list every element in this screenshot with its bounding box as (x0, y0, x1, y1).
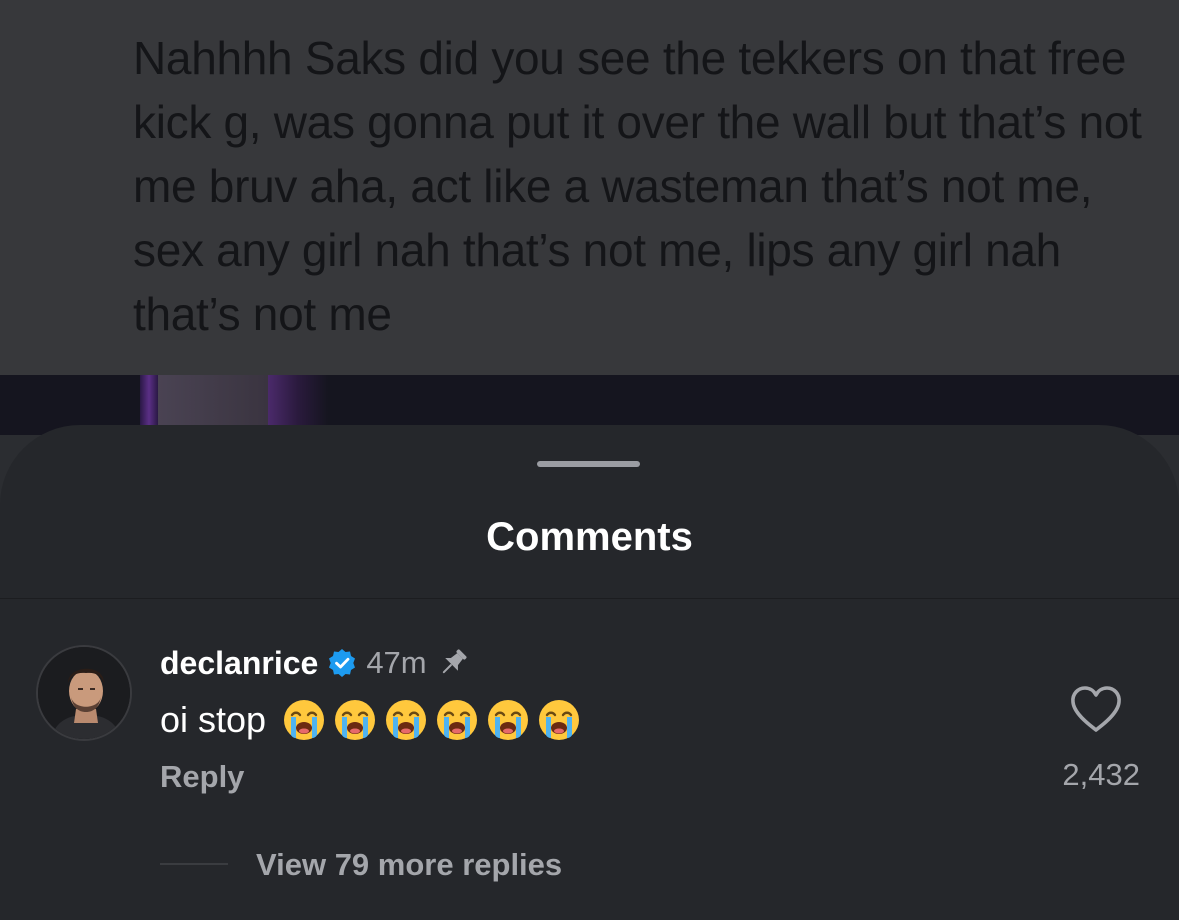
reply-button[interactable]: Reply (160, 759, 244, 795)
post-background: Nahhhh Saks did you see the tekkers on t… (0, 0, 1179, 375)
sheet-title: Comments (486, 515, 693, 559)
comment-body: oi stop (160, 695, 588, 745)
emoji-group (282, 698, 588, 742)
comments-sheet: Comments declanrice 47m oi stop Reply 2,… (0, 425, 1179, 920)
comment-text: oi stop (160, 699, 267, 740)
screen: Nahhhh Saks did you see the tekkers on t… (0, 0, 1179, 920)
loudly-crying-face-icon (437, 700, 478, 740)
loudly-crying-face-icon (539, 700, 580, 740)
pin-icon (442, 649, 467, 674)
replies-connector-line (160, 863, 228, 865)
comment-username[interactable]: declanrice (160, 645, 318, 682)
loudly-crying-face-icon (284, 700, 325, 740)
heart-icon[interactable] (1068, 683, 1124, 735)
comment-timestamp: 47m (366, 645, 427, 680)
loudly-crying-face-icon (488, 700, 529, 740)
loudly-crying-face-icon (386, 700, 427, 740)
loudly-crying-face-icon (335, 700, 376, 740)
avatar-image (38, 647, 130, 739)
comment-header: declanrice 47m (160, 643, 471, 683)
like-count: 2,432 (1062, 757, 1140, 792)
avatar[interactable] (36, 645, 132, 741)
comment-item: declanrice 47m oi stop Reply 2,432 View … (0, 599, 1179, 920)
sheet-drag-handle[interactable] (537, 461, 640, 467)
post-caption: Nahhhh Saks did you see the tekkers on t… (133, 32, 1142, 340)
verified-badge-icon (329, 649, 356, 677)
view-more-replies-button[interactable]: View 79 more replies (256, 847, 562, 883)
